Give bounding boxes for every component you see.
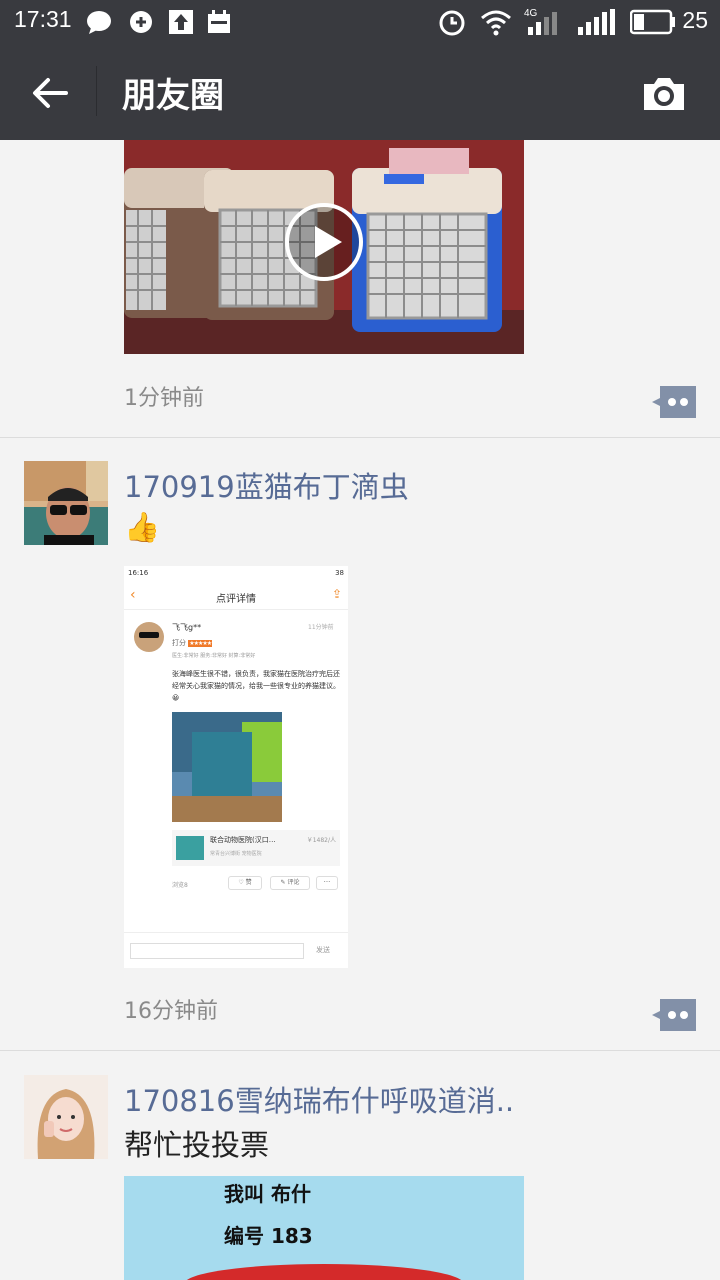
signal-4g-icon [528, 12, 557, 35]
play-video-icon[interactable] [284, 202, 364, 282]
shot-input-bar: 发送 [124, 932, 348, 968]
shot-rating-stars: ★★★★★ [188, 640, 213, 647]
post-separator [0, 437, 720, 438]
vote-number-line: 编号 183 [224, 1224, 313, 1248]
shot-views: 浏览8 [172, 882, 188, 889]
shot-like-button: ♡ 赞 [228, 876, 262, 890]
shot-like-label: 赞 [245, 879, 252, 886]
post-separator [0, 1050, 720, 1051]
shot-avatar [134, 622, 164, 652]
shot-share-icon: ⇪ [331, 587, 342, 601]
battery-icon [630, 9, 675, 35]
vote-banner-shape [184, 1264, 464, 1280]
wifi-icon [481, 10, 511, 36]
shot-sub-ratings: 医生:非常好 服务:非常好 封算:非常好 [172, 653, 256, 659]
post-time: 16分钟前 [124, 999, 218, 1024]
post-image[interactable]: 16:16 38 ‹ 点评详情 ⇪ 飞飞g** 11分钟前 打分 ★★★★★ 医生… [124, 566, 348, 968]
shot-comment-button: ✎ 评论 [270, 876, 310, 890]
sync-notification-icon [130, 11, 152, 33]
shot-header: ‹ 点评详情 ⇪ [124, 582, 348, 610]
shot-battery-level: 38 [335, 569, 344, 577]
shot-photo [172, 712, 282, 822]
shot-shop-name: 联合动物医院(汉口… [210, 836, 276, 844]
shot-time-ago: 11分钟前 [308, 624, 334, 631]
upload-notification-icon [169, 10, 193, 34]
post-author-name[interactable]: 170919蓝猫布丁滴虫 [124, 464, 409, 506]
shot-input [130, 943, 304, 959]
chat-notification-icon [87, 11, 111, 34]
post-time: 1分钟前 [124, 386, 204, 411]
shot-shop-price: ￥1482/人 [306, 837, 336, 844]
camera-icon[interactable] [640, 74, 688, 114]
vote-name-line: 我叫 布什 [224, 1182, 311, 1206]
comment-action-icon[interactable] [652, 386, 696, 418]
page-title: 朋友圈 [122, 76, 224, 116]
battery-level: 25 [682, 7, 708, 33]
shot-title: 点评详情 [216, 594, 256, 605]
title-divider [96, 66, 97, 116]
avatar-image [24, 461, 108, 545]
shot-shop-thumb [176, 836, 204, 860]
calendar-notification-icon [208, 10, 230, 33]
post-image[interactable]: 我叫 布什 编号 183 [124, 1176, 524, 1280]
comment-action-icon[interactable] [652, 999, 696, 1031]
back-arrow-icon[interactable] [28, 72, 70, 114]
shot-shop-card: 联合动物医院(汉口… ￥1482/人 常青台兴博街 宠物医院 [172, 830, 340, 866]
shot-send: 发送 [316, 946, 330, 954]
shot-rating: 打分 ★★★★★ [172, 638, 213, 648]
shot-review: 张海峰医生很不错，很负责，我家猫在医院治疗完后还经常关心我家猫的情况，给我一些很… [172, 670, 340, 702]
avatar-image [24, 1075, 108, 1159]
shot-rating-label: 打分 [172, 639, 186, 647]
avatar[interactable] [24, 461, 108, 545]
post-text: 👍 [124, 510, 161, 544]
post-author-name[interactable]: 170816雪纳瑞布什呼吸道消.. [124, 1078, 514, 1120]
shot-shop-sub: 常青台兴博街 宠物医院 [210, 851, 262, 857]
shot-comment-label: 评论 [287, 879, 300, 886]
status-time: 17:31 [14, 6, 72, 32]
alarm-icon [439, 10, 465, 36]
post-text: 帮忙投投票 [124, 1128, 270, 1162]
status-bar: 17:31 4G 25 [0, 0, 720, 44]
shot-more-icon: ··· [316, 876, 338, 890]
shot-user-name: 飞飞g** [172, 623, 202, 632]
shot-status-time: 16:16 [128, 569, 149, 577]
avatar[interactable] [24, 1075, 108, 1159]
shot-status-bar: 16:16 38 [124, 566, 348, 582]
title-bar: 朋友圈 [0, 44, 720, 140]
signal-icon [578, 9, 615, 35]
